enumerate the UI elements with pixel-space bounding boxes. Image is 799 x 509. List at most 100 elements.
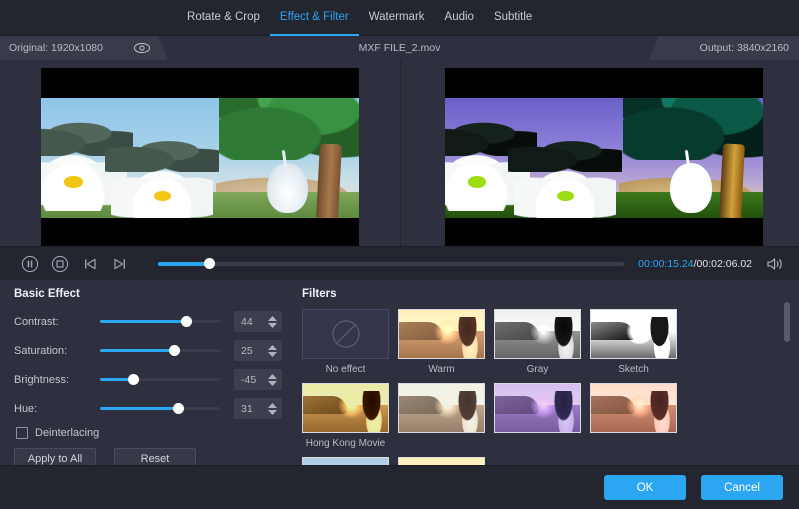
filter-item-8[interactable] <box>590 383 677 449</box>
original-resolution-chip: Original: 1920x1080 <box>0 36 168 60</box>
total-time-label: 00:02:06.02 <box>697 258 752 270</box>
hue-slider-handle[interactable] <box>173 403 184 414</box>
filter-item-no-effect[interactable]: No effect <box>302 309 389 375</box>
eye-icon[interactable] <box>133 41 151 55</box>
contrast-stepper[interactable]: 44 <box>234 311 282 332</box>
timecode-display: 00:00:15.24/00:02:06.02 <box>638 258 752 270</box>
brightness-stepper-arrows[interactable] <box>268 369 277 390</box>
filter-thumb-7 <box>494 383 581 433</box>
next-frame-icon[interactable] <box>108 252 132 276</box>
output-preview-pane <box>400 60 799 246</box>
filter-label: Sketch <box>590 364 677 375</box>
saturation-row: Saturation: 25 <box>14 338 292 363</box>
filter-thumb-6 <box>398 383 485 433</box>
hue-slider-fill <box>100 407 178 410</box>
cancel-button[interactable]: Cancel <box>701 475 783 500</box>
original-resolution-label: Original: 1920x1080 <box>9 42 103 54</box>
filters-panel: Filters No effect Warm <box>292 280 799 465</box>
filter-label: Warm <box>398 364 485 375</box>
filter-item-gray[interactable]: Gray <box>494 309 581 375</box>
preview-area <box>0 60 799 246</box>
original-preview-pane <box>0 60 400 246</box>
tab-subtitle[interactable]: Subtitle <box>484 0 542 36</box>
ok-button[interactable]: OK <box>604 475 686 500</box>
filter-label: No effect <box>302 364 389 375</box>
brightness-stepper[interactable]: -45 <box>234 369 282 390</box>
filters-grid: No effect Warm Gray <box>302 309 768 465</box>
stop-icon[interactable] <box>48 252 72 276</box>
hue-slider[interactable] <box>100 401 220 417</box>
tab-effect-filter[interactable]: Effect & Filter <box>270 0 359 36</box>
progress-handle[interactable] <box>204 258 215 269</box>
brightness-label: Brightness: <box>14 374 100 386</box>
filter-item-6[interactable] <box>398 383 485 449</box>
original-letterbox <box>41 68 359 246</box>
filter-thumb-no-effect <box>302 309 389 359</box>
deinterlacing-checkbox-box[interactable] <box>16 427 28 439</box>
brightness-slider-handle[interactable] <box>128 374 139 385</box>
filter-thumb-10 <box>398 457 485 465</box>
filter-thumb-8 <box>590 383 677 433</box>
playback-progress-slider[interactable] <box>158 262 624 266</box>
player-controls: 00:00:15.24/00:02:06.02 <box>0 246 799 280</box>
saturation-value: 25 <box>234 345 253 357</box>
hue-label: Hue: <box>14 403 100 415</box>
saturation-stepper-arrows[interactable] <box>268 340 277 361</box>
current-time-label: 00:00:15.24 <box>638 258 693 270</box>
basic-effect-panel: Basic Effect Contrast: 44 Saturati <box>0 280 292 465</box>
dialog-footer: OK Cancel <box>0 465 799 509</box>
filter-thumb-sketch <box>590 309 677 359</box>
filter-item-9[interactable] <box>302 457 389 465</box>
tab-watermark[interactable]: Watermark <box>359 0 435 36</box>
brightness-slider[interactable] <box>100 372 220 388</box>
deinterlacing-label: Deinterlacing <box>35 427 99 439</box>
filter-label: Hong Kong Movie <box>302 438 389 449</box>
previous-frame-icon[interactable] <box>78 252 102 276</box>
hue-value: 31 <box>234 403 253 415</box>
filter-label: Gray <box>494 364 581 375</box>
contrast-slider-fill <box>100 320 186 323</box>
output-video-frame <box>445 98 763 218</box>
contrast-row: Contrast: 44 <box>14 309 292 334</box>
saturation-stepper[interactable]: 25 <box>234 340 282 361</box>
brightness-row: Brightness: -45 <box>14 367 292 392</box>
filter-thumb-gray <box>494 309 581 359</box>
brightness-value: -45 <box>234 374 256 386</box>
video-scene-filtered <box>445 98 763 218</box>
volume-icon[interactable] <box>761 252 787 276</box>
video-scene-original <box>41 98 359 218</box>
contrast-stepper-arrows[interactable] <box>268 311 277 332</box>
saturation-label: Saturation: <box>14 345 100 357</box>
effect-panels: Basic Effect Contrast: 44 Saturati <box>0 280 799 465</box>
contrast-slider-handle[interactable] <box>181 316 192 327</box>
tab-rotate-crop[interactable]: Rotate & Crop <box>177 0 270 36</box>
basic-effect-title: Basic Effect <box>14 288 292 300</box>
filter-item-warm[interactable]: Warm <box>398 309 485 375</box>
filters-scrollbar[interactable] <box>784 302 790 447</box>
filter-thumb-hong-kong-movie <box>302 383 389 433</box>
filter-item-sketch[interactable]: Sketch <box>590 309 677 375</box>
preview-info-strip: MXF FILE_2.mov Original: 1920x1080 Outpu… <box>0 36 799 60</box>
filters-scrollbar-thumb[interactable] <box>784 302 790 342</box>
filter-item-7[interactable] <box>494 383 581 449</box>
tab-audio[interactable]: Audio <box>435 0 484 36</box>
original-video-frame <box>41 98 359 218</box>
tab-bar: Rotate & Crop Effect & Filter Watermark … <box>0 0 799 36</box>
contrast-label: Contrast: <box>14 316 100 328</box>
output-resolution-label: Output: 3840x2160 <box>700 42 789 54</box>
deinterlacing-checkbox[interactable]: Deinterlacing <box>16 427 292 439</box>
filter-thumb-warm <box>398 309 485 359</box>
hue-stepper[interactable]: 31 <box>234 398 282 419</box>
saturation-slider-handle[interactable] <box>169 345 180 356</box>
contrast-slider[interactable] <box>100 314 220 330</box>
no-effect-icon <box>329 317 363 351</box>
hue-row: Hue: 31 <box>14 396 292 421</box>
filter-item-hong-kong-movie[interactable]: Hong Kong Movie <box>302 383 389 449</box>
filter-item-10[interactable] <box>398 457 485 465</box>
filters-title: Filters <box>302 288 799 300</box>
pause-icon[interactable] <box>18 252 42 276</box>
progress-fill <box>158 262 209 266</box>
saturation-slider[interactable] <box>100 343 220 359</box>
saturation-slider-fill <box>100 349 174 352</box>
hue-stepper-arrows[interactable] <box>268 398 277 419</box>
